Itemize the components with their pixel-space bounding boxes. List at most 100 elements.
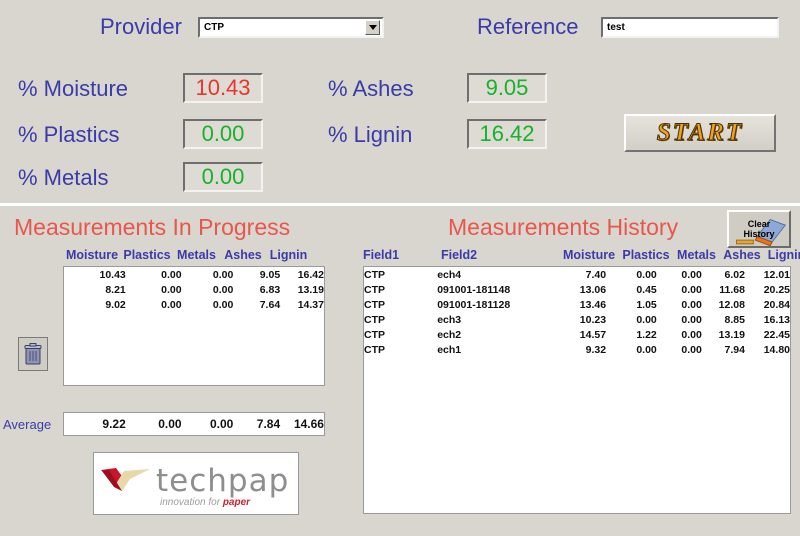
- progress-column-header-lignin: Lignin: [269, 248, 308, 262]
- progress-cell-ashes: 9.05: [259, 269, 281, 281]
- start-button-label: START: [656, 119, 744, 147]
- progress-cell-ashes: 6.83: [259, 284, 281, 296]
- ashes-value: 9.05: [485, 75, 529, 100]
- lignin-value-box: 16.42: [467, 119, 547, 149]
- table-row[interactable]: 10.43 0.00 0.00 9.05 16.42: [64, 267, 324, 282]
- history-cell-field1: CTP: [364, 299, 385, 311]
- history-cell-moisture: 14.57: [579, 329, 607, 341]
- history-cell-moisture: 13.06: [579, 284, 607, 296]
- lignin-value: 16.42: [479, 121, 535, 146]
- reference-input[interactable]: test: [601, 17, 779, 38]
- measurements-history-title: Measurements History: [448, 214, 679, 240]
- progress-cell-plastics: 0.00: [161, 269, 182, 281]
- average-metals: 0.00: [209, 417, 234, 431]
- table-row[interactable]: CTP 091001-181128 13.46 1.05 0.00 12.08 20.84: [364, 297, 790, 312]
- average-ashes: 7.84: [256, 417, 281, 431]
- results-panel: Measurements In Progress Measurements Hi…: [0, 209, 800, 536]
- reference-label: Reference: [477, 14, 579, 39]
- history-column-header-metals: Metals: [677, 248, 716, 262]
- history-cell-metals: 0.00: [681, 299, 702, 311]
- table-row[interactable]: 8.21 0.00 0.00 6.83 13.19: [64, 282, 324, 297]
- history-cell-field1: CTP: [364, 269, 385, 281]
- history-cell-plastics: 1.05: [636, 299, 657, 311]
- history-column-header-lignin: Lignin: [767, 248, 800, 262]
- history-cell-metals: 0.00: [681, 284, 702, 296]
- metals-value-box: 0.00: [183, 162, 263, 192]
- delete-measurement-button[interactable]: [18, 337, 48, 371]
- progress-column-headers: Moisture Plastics Metals Ashes Lignin: [63, 248, 311, 262]
- table-row[interactable]: 9.02 0.00 0.00 7.64 14.37: [64, 297, 324, 312]
- techpap-logo: techpap innovation for paper: [93, 452, 299, 515]
- provider-label: Provider: [100, 14, 182, 39]
- history-cell-lignin: 16.13: [763, 314, 790, 326]
- history-cell-field1: CTP: [364, 344, 385, 356]
- progress-column-header-metals: Metals: [177, 248, 216, 262]
- average-moisture: 9.22: [102, 417, 126, 431]
- techpap-tagline: innovation for paper: [160, 497, 250, 508]
- history-cell-metals: 0.00: [681, 314, 702, 326]
- techpap-swoosh-icon: [101, 468, 150, 491]
- history-column-headers: Field1 Field2 Moisture Plastics Metals A…: [363, 248, 800, 262]
- table-row[interactable]: CTP 091001-181148 13.06 0.45 0.00 11.68 20.25: [364, 282, 790, 297]
- history-cell-field2: ech1: [437, 344, 462, 356]
- history-cell-ashes: 8.85: [724, 314, 745, 326]
- progress-cell-moisture: 9.02: [105, 299, 126, 311]
- techpap-wordmark: techpap: [156, 463, 290, 499]
- history-cell-metals: 0.00: [681, 329, 702, 341]
- history-cell-field2: ech2: [437, 329, 462, 341]
- progress-cell-metals: 0.00: [212, 299, 234, 311]
- moisture-label: % Moisture: [18, 76, 129, 101]
- history-cell-field2: 091001-181148: [437, 284, 511, 296]
- progress-cell-lignin: 14.37: [297, 299, 324, 311]
- chevron-down-icon[interactable]: [365, 20, 380, 35]
- provider-select[interactable]: CTP: [198, 17, 384, 38]
- progress-column-header-ashes: Ashes: [224, 248, 262, 262]
- ashes-label: % Ashes: [328, 76, 414, 101]
- history-cell-field1: CTP: [364, 284, 385, 296]
- progress-cell-ashes: 7.64: [259, 299, 281, 311]
- measurements-in-progress-title: Measurements In Progress: [14, 214, 291, 240]
- table-row[interactable]: CTP ech4 7.40 0.00 0.00 6.02 12.01: [364, 267, 790, 282]
- history-list[interactable]: CTP ech4 7.40 0.00 0.00 6.02 12.01 CTP 091001-18…: [363, 266, 791, 514]
- history-column-header-field1: Field1: [363, 248, 400, 262]
- history-column-header-field2: Field2: [441, 248, 478, 262]
- history-cell-plastics: 0.00: [636, 344, 657, 356]
- clear-history-label-line1: Clear: [747, 219, 771, 229]
- clear-history-label: Clear History: [729, 212, 789, 246]
- table-row[interactable]: CTP ech2 14.57 1.22 0.00 13.19 22.45: [364, 327, 790, 342]
- history-cell-moisture: 10.23: [579, 314, 607, 326]
- history-cell-moisture: 7.40: [585, 269, 607, 281]
- history-column-header-ashes: Ashes: [723, 248, 761, 262]
- progress-cell-lignin: 16.42: [297, 269, 324, 281]
- reference-input-value: test: [607, 22, 625, 33]
- table-row[interactable]: CTP ech3 10.23 0.00 0.00 8.85 16.13: [364, 312, 790, 327]
- progress-cell-plastics: 0.00: [161, 299, 182, 311]
- progress-cell-metals: 0.00: [212, 269, 234, 281]
- progress-cell-lignin: 13.19: [297, 284, 324, 296]
- history-cell-metals: 0.00: [681, 344, 702, 356]
- history-cell-ashes: 12.08: [718, 299, 745, 311]
- history-cell-moisture: 13.46: [579, 299, 607, 311]
- progress-list[interactable]: 10.43 0.00 0.00 9.05 16.42 8.21 0.00 0.00 6.83 13…: [63, 266, 325, 386]
- application-window: Provider CTP Reference test % Moisture 1…: [0, 0, 800, 536]
- measurement-input-panel: Provider CTP Reference test % Moisture 1…: [0, 0, 800, 206]
- table-row[interactable]: CTP ech1 9.32 0.00 0.00 7.94 14.80: [364, 342, 790, 357]
- history-cell-field2: ech4: [437, 269, 462, 281]
- start-button[interactable]: START: [624, 114, 776, 152]
- plastics-label: % Plastics: [18, 122, 120, 147]
- progress-column-header-plastics: Plastics: [123, 248, 171, 262]
- history-cell-lignin: 22.45: [763, 329, 790, 341]
- history-cell-ashes: 7.94: [724, 344, 745, 356]
- history-cell-plastics: 0.00: [636, 269, 657, 281]
- tagline-accent: paper: [222, 497, 251, 508]
- history-cell-field2: 091001-181128: [437, 299, 511, 311]
- history-column-header-plastics: Plastics: [622, 248, 670, 262]
- history-cell-plastics: 0.45: [636, 284, 657, 296]
- average-lignin: 14.66: [293, 417, 324, 431]
- clear-history-label-line2: History: [743, 229, 775, 239]
- ashes-value-box: 9.05: [467, 73, 547, 103]
- history-cell-lignin: 20.84: [763, 299, 790, 311]
- history-cell-field2: ech3: [437, 314, 462, 326]
- clear-history-button[interactable]: Clear History: [727, 210, 791, 248]
- history-cell-ashes: 11.68: [719, 284, 745, 296]
